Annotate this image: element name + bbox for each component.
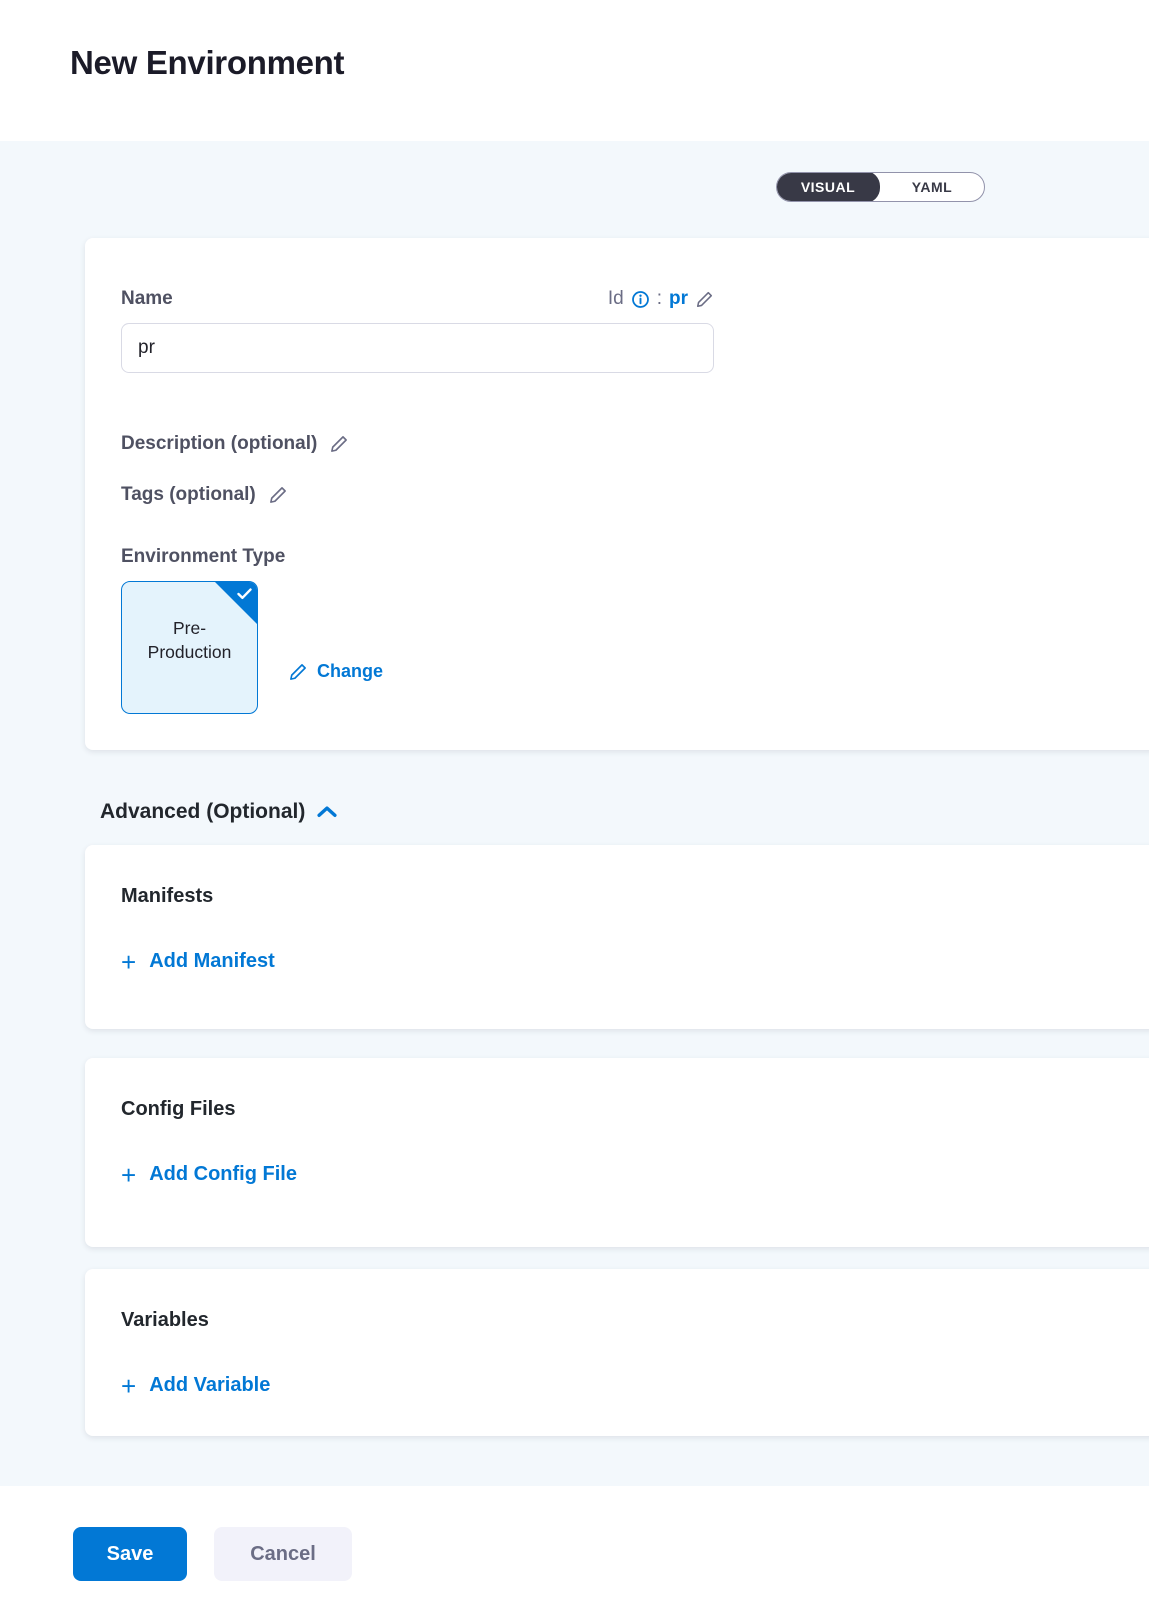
change-pencil-icon [288, 662, 308, 682]
edit-tags-pencil-icon[interactable] [268, 485, 288, 505]
visual-yaml-toggle[interactable]: VISUAL YAML [776, 172, 985, 202]
cancel-button[interactable]: Cancel [214, 1527, 352, 1581]
plus-icon: + [121, 1165, 136, 1185]
plus-icon: + [121, 952, 136, 972]
add-manifest-button[interactable]: + Add Manifest [121, 950, 275, 973]
advanced-optional-toggle[interactable]: Advanced (Optional) [100, 800, 1149, 824]
toggle-row: VISUAL YAML [0, 141, 1149, 202]
id-value: pr [669, 288, 688, 310]
environment-type-card-pre-production[interactable]: Pre-Production [121, 581, 258, 714]
environment-form-workspace: VISUAL YAML Name Id : pr [0, 141, 1149, 1486]
variables-title: Variables [121, 1309, 1125, 1332]
name-label: Name [121, 288, 173, 310]
save-button[interactable]: Save [73, 1527, 187, 1581]
change-environment-type-link[interactable]: Change [288, 629, 383, 714]
description-label: Description (optional) [121, 433, 317, 455]
id-label: Id [608, 288, 624, 310]
environment-name-input[interactable] [121, 323, 714, 373]
environment-details-card: Name Id : pr [85, 238, 1149, 750]
add-config-file-button[interactable]: + Add Config File [121, 1163, 297, 1186]
config-files-card: Config Files + Add Config File [85, 1058, 1149, 1247]
add-variable-label: Add Variable [149, 1374, 270, 1397]
tags-label: Tags (optional) [121, 484, 256, 506]
name-row: Name Id : pr [121, 288, 714, 310]
info-icon[interactable] [631, 290, 650, 309]
config-files-title: Config Files [121, 1098, 1125, 1121]
environment-type-row: Pre-Production Change [121, 581, 1121, 714]
id-separator: : [657, 288, 662, 310]
tags-row: Tags (optional) [121, 484, 1121, 506]
chevron-up-icon [317, 806, 337, 818]
change-label: Change [317, 661, 383, 682]
manifests-card: Manifests + Add Manifest [85, 845, 1149, 1029]
environment-type-label: Environment Type [121, 546, 1121, 568]
add-manifest-label: Add Manifest [149, 950, 275, 973]
edit-id-pencil-icon[interactable] [695, 290, 714, 309]
page-header: New Environment [0, 0, 1149, 141]
description-row: Description (optional) [121, 433, 1121, 455]
check-icon [237, 588, 252, 600]
add-variable-button[interactable]: + Add Variable [121, 1374, 270, 1397]
manifests-title: Manifests [121, 885, 1125, 908]
toggle-visual[interactable]: VISUAL [776, 172, 880, 202]
variables-card: Variables + Add Variable [85, 1269, 1149, 1436]
toggle-yaml[interactable]: YAML [880, 172, 984, 202]
id-line: Id : pr [608, 288, 714, 310]
form-footer: Save Cancel [0, 1486, 1149, 1581]
page-title: New Environment [70, 44, 1149, 82]
add-config-file-label: Add Config File [149, 1163, 297, 1186]
edit-description-pencil-icon[interactable] [329, 434, 349, 454]
plus-icon: + [121, 1376, 136, 1396]
advanced-label: Advanced (Optional) [100, 800, 305, 824]
